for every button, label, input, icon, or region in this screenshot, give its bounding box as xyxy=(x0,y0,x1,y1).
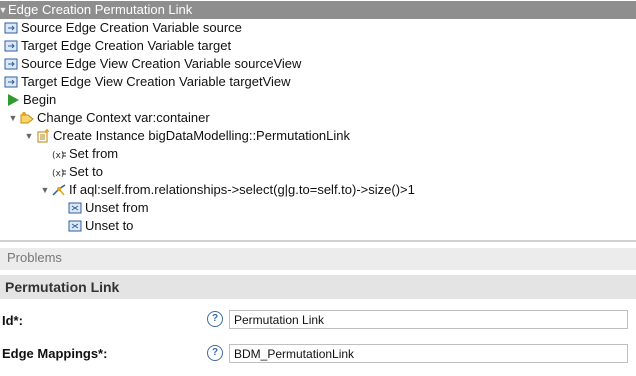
tree-item-edge-creation[interactable]: ▼ Edge Creation Permutation Link xyxy=(0,1,636,19)
tree-item-source-variable[interactable]: Source Edge Creation Variable source xyxy=(4,19,242,37)
problems-tab-bar: Problems xyxy=(0,248,636,270)
chevron-down-icon[interactable]: ▼ xyxy=(8,109,18,127)
chevron-down-icon[interactable]: ▼ xyxy=(40,181,50,199)
tree-item-set-to[interactable]: (x) Set to xyxy=(52,163,103,181)
tree-item-label: Source Edge View Creation Variable sourc… xyxy=(21,56,302,71)
id-field[interactable]: Permutation Link xyxy=(229,310,628,329)
set-value-icon: (x) xyxy=(52,169,66,179)
variable-icon xyxy=(4,22,18,34)
tree-item-unset-from[interactable]: Unset from xyxy=(68,199,149,217)
tree-item-label: Unset to xyxy=(85,218,134,233)
tree-item-target-view-variable[interactable]: Target Edge View Creation Variable targe… xyxy=(4,73,291,91)
tree-item-label: Target Edge Creation Variable target xyxy=(21,38,232,53)
edge-mappings-label: Edge Mappings*: xyxy=(2,346,108,361)
unset-icon xyxy=(68,202,82,214)
id-label: Id*: xyxy=(2,313,23,328)
unset-icon xyxy=(68,220,82,232)
tree-item-label: Edge Creation Permutation Link xyxy=(8,2,193,17)
create-instance-icon xyxy=(37,129,49,143)
variable-icon xyxy=(4,58,18,70)
if-condition-icon xyxy=(52,184,66,196)
tree-item-label: Set from xyxy=(69,146,119,161)
properties-section-header: Permutation Link xyxy=(0,275,636,299)
model-operations-tree: ▼ Edge Creation Permutation Link Source … xyxy=(0,0,636,240)
pane-divider[interactable] xyxy=(0,240,636,242)
tree-item-create-instance[interactable]: ▼ Create Instance bigDataModelling::Perm… xyxy=(24,127,350,145)
tree-item-label: Target Edge View Creation Variable targe… xyxy=(21,74,291,89)
tree-item-label: Unset from xyxy=(85,200,149,215)
chevron-down-icon[interactable]: ▼ xyxy=(0,1,7,19)
tree-item-label: If aql:self.from.relationships->select(g… xyxy=(69,182,415,197)
play-icon xyxy=(8,94,19,106)
variable-icon xyxy=(4,40,18,52)
set-value-icon: (x) xyxy=(52,151,66,161)
tree-item-unset-to[interactable]: Unset to xyxy=(68,217,133,235)
tree-item-change-context[interactable]: ▼ Change Context var:container xyxy=(8,109,210,127)
tree-item-label: Set to xyxy=(69,164,103,179)
help-icon[interactable]: ? xyxy=(207,345,223,361)
variable-icon xyxy=(4,76,18,88)
tree-item-set-from[interactable]: (x) Set from xyxy=(52,145,118,163)
tree-item-begin[interactable]: Begin xyxy=(6,91,56,109)
section-title: Permutation Link xyxy=(5,279,120,295)
help-icon[interactable]: ? xyxy=(207,311,223,327)
tab-problems[interactable]: Problems xyxy=(7,250,62,265)
tree-item-if[interactable]: ▼ If aql:self.from.relationships->select… xyxy=(40,181,415,199)
tree-item-target-variable[interactable]: Target Edge Creation Variable target xyxy=(4,37,231,55)
chevron-down-icon[interactable]: ▼ xyxy=(24,127,34,145)
edge-mappings-field[interactable]: BDM_PermutationLink xyxy=(229,344,628,363)
tree-item-label: Begin xyxy=(23,92,57,107)
change-context-icon xyxy=(20,112,34,124)
tree-item-source-view-variable[interactable]: Source Edge View Creation Variable sourc… xyxy=(4,55,301,73)
tree-item-label: Change Context var:container xyxy=(37,110,210,125)
tree-item-label: Create Instance bigDataModelling::Permut… xyxy=(53,128,351,143)
tree-item-label: Source Edge Creation Variable source xyxy=(21,20,242,35)
